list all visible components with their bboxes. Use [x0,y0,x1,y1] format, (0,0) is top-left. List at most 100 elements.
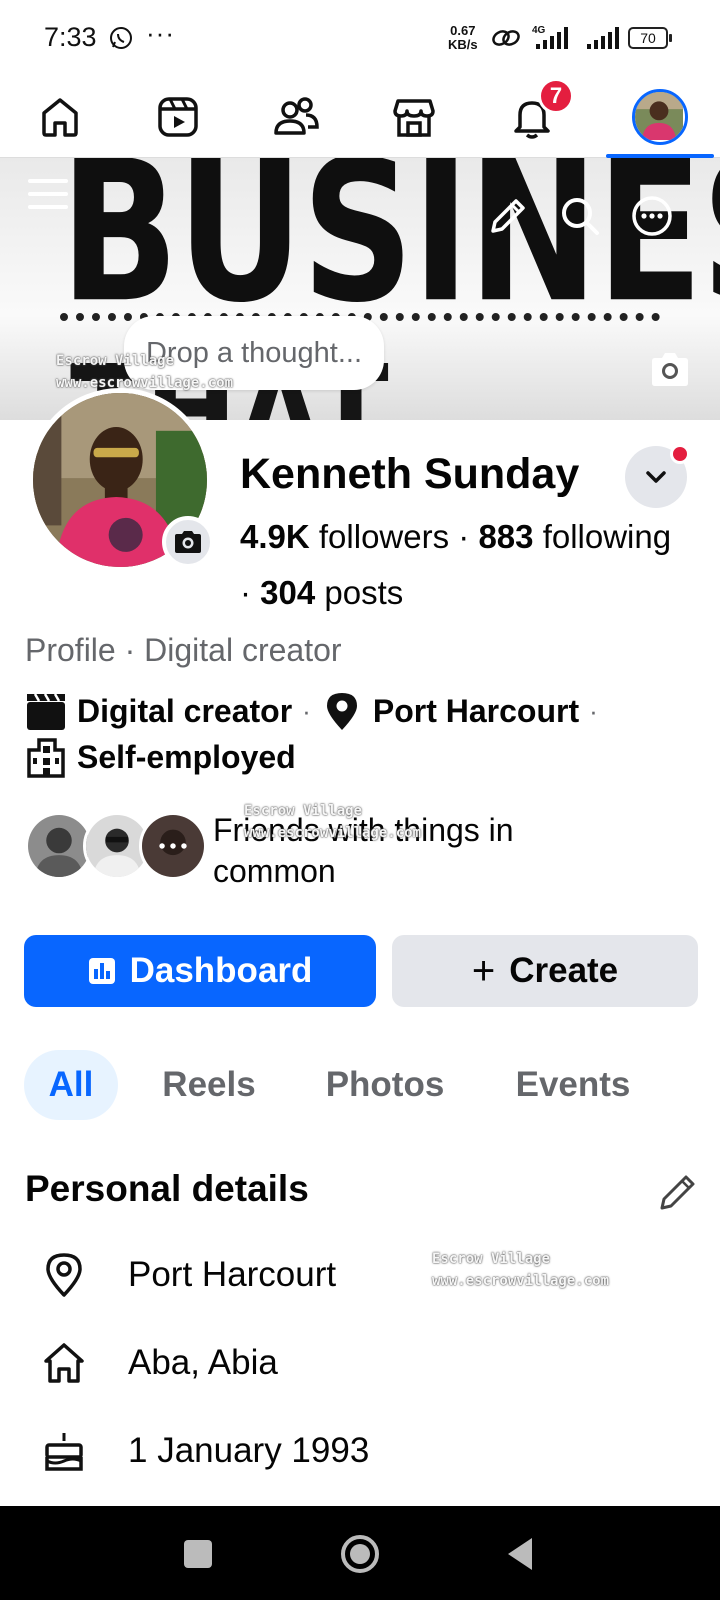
stats-separator: · [458,518,470,555]
tab-events[interactable]: Events [500,1050,646,1120]
edit-profile-picture-button[interactable] [162,516,214,568]
nav-home[interactable] [0,76,120,158]
network-speed-unit: KB/s [448,37,478,52]
current-city-row: Port Harcourt [0,1240,720,1310]
nav-friends[interactable] [236,76,356,158]
profile-stats-line1: 4.9K followers · 883 following [240,518,671,556]
watermark-name: Escrow Village [432,1251,551,1267]
tab-all[interactable]: All [24,1050,118,1120]
nav-profile[interactable] [600,76,720,158]
more-icon [632,196,672,236]
nav-marketplace[interactable] [354,76,474,158]
friend-avatar-more [139,812,207,880]
nav-reels[interactable] [118,76,238,158]
avatar-image [635,92,683,140]
battery-icon: 70 [628,27,672,49]
network-speed: 0.67 KB/s [448,24,478,52]
notification-badge: 7 [538,78,574,114]
edit-details-pencil-icon[interactable] [656,1170,700,1214]
following-label[interactable]: following [543,518,671,555]
profile-avatar [632,89,688,145]
watermark-url: www.escrowvillage.com [56,375,234,391]
work-text: Self-employed [77,738,296,775]
watermark-name: Escrow Village [244,803,363,819]
battery-tip [669,34,672,42]
profile-intro-line2: Self-employed [25,736,296,778]
friends-icon [274,97,319,135]
posts-label[interactable]: posts [324,574,403,611]
watermark-name: Escrow Village [56,353,175,369]
category-text: Digital creator [77,692,293,729]
edit-profile-button[interactable] [484,192,532,240]
create-button[interactable]: + Create [392,935,698,1007]
whatsapp-icon [110,27,132,49]
pencil-icon [491,199,525,233]
reels-icon [158,97,198,137]
camera-icon [652,353,688,386]
watermark: Escrow Village www.escrowvillage.com [244,800,421,844]
battery-level: 70 [628,27,668,49]
top-nav: 7 [0,76,720,158]
edit-cover-photo-button[interactable] [646,346,694,394]
chevron-down-icon [646,471,666,483]
menu-button[interactable] [24,170,72,218]
dashboard-chart-icon [88,958,115,984]
birthday-row: 1 January 1993 [0,1416,720,1486]
building-icon [27,738,65,778]
current-city-text: Port Harcourt [128,1255,337,1294]
profile-name: Kenneth Sunday [240,450,580,498]
network-speed-value: 0.67 [450,23,476,38]
recent-apps-button[interactable] [176,1532,220,1576]
home-icon [42,98,78,137]
camera-icon [175,531,201,553]
hometown-text: Aba, Abia [128,1343,278,1382]
watermark-url: www.escrowvillage.com [432,1273,610,1289]
system-nav-bar [0,1506,720,1600]
search-icon [562,198,599,235]
profile-stats-line2: · 304 posts [240,574,403,612]
clapperboard-icon [27,693,65,730]
home-icon [44,1343,84,1383]
followers-count[interactable]: 4.9K [240,518,310,555]
status-time: 7:33 [44,22,97,52]
signal-4g-icon: 4G [532,25,568,49]
location-text: Port Harcourt [372,692,580,729]
friend-photo [28,815,90,877]
location-pin-icon [46,1253,82,1297]
back-button[interactable] [500,1532,544,1576]
stats-separator: · [240,574,251,611]
nav-notifications[interactable]: 7 [472,76,592,158]
birthday-cake-icon [45,1433,83,1471]
svg-text:4G: 4G [532,25,546,36]
home-button[interactable] [338,1532,382,1576]
search-button[interactable] [556,192,604,240]
separator-dot: · [302,695,311,726]
watermark: Escrow Village www.escrowvillage.com [56,350,233,394]
personal-details-title: Personal details [25,1168,309,1209]
followers-label[interactable]: followers [319,518,449,555]
status-more-dots: ··· [146,18,175,48]
status-bar: 7:33 ··· 0.67 KB/s 4G 70 [0,0,720,76]
following-count[interactable]: 883 [478,518,533,555]
more-icon [142,815,204,877]
profile-type: Profile · Digital creator [25,632,342,668]
tab-reels[interactable]: Reels [146,1050,272,1120]
watermark: Escrow Village www.escrowvillage.com [432,1248,609,1292]
location-pin-icon [326,693,357,730]
watermark-url: www.escrowvillage.com [244,825,422,841]
dashboard-button[interactable]: Dashboard [24,935,376,1007]
create-label: Create [509,951,619,990]
notification-dot [670,444,690,464]
separator-dot: · [589,695,598,726]
hamburger-menu-icon [28,179,68,209]
profile-intro-line1: Digital creator · Port Harcourt · [25,690,608,732]
more-options-button[interactable] [628,192,676,240]
posts-count[interactable]: 304 [260,574,315,611]
hotspot-link-icon [492,30,520,46]
plus-icon: + [471,948,496,993]
marketplace-icon [393,99,435,137]
signal-icon [587,27,619,49]
hometown-row: Aba, Abia [0,1328,720,1398]
birthday-text: 1 January 1993 [128,1431,370,1470]
tab-photos[interactable]: Photos [312,1050,458,1120]
